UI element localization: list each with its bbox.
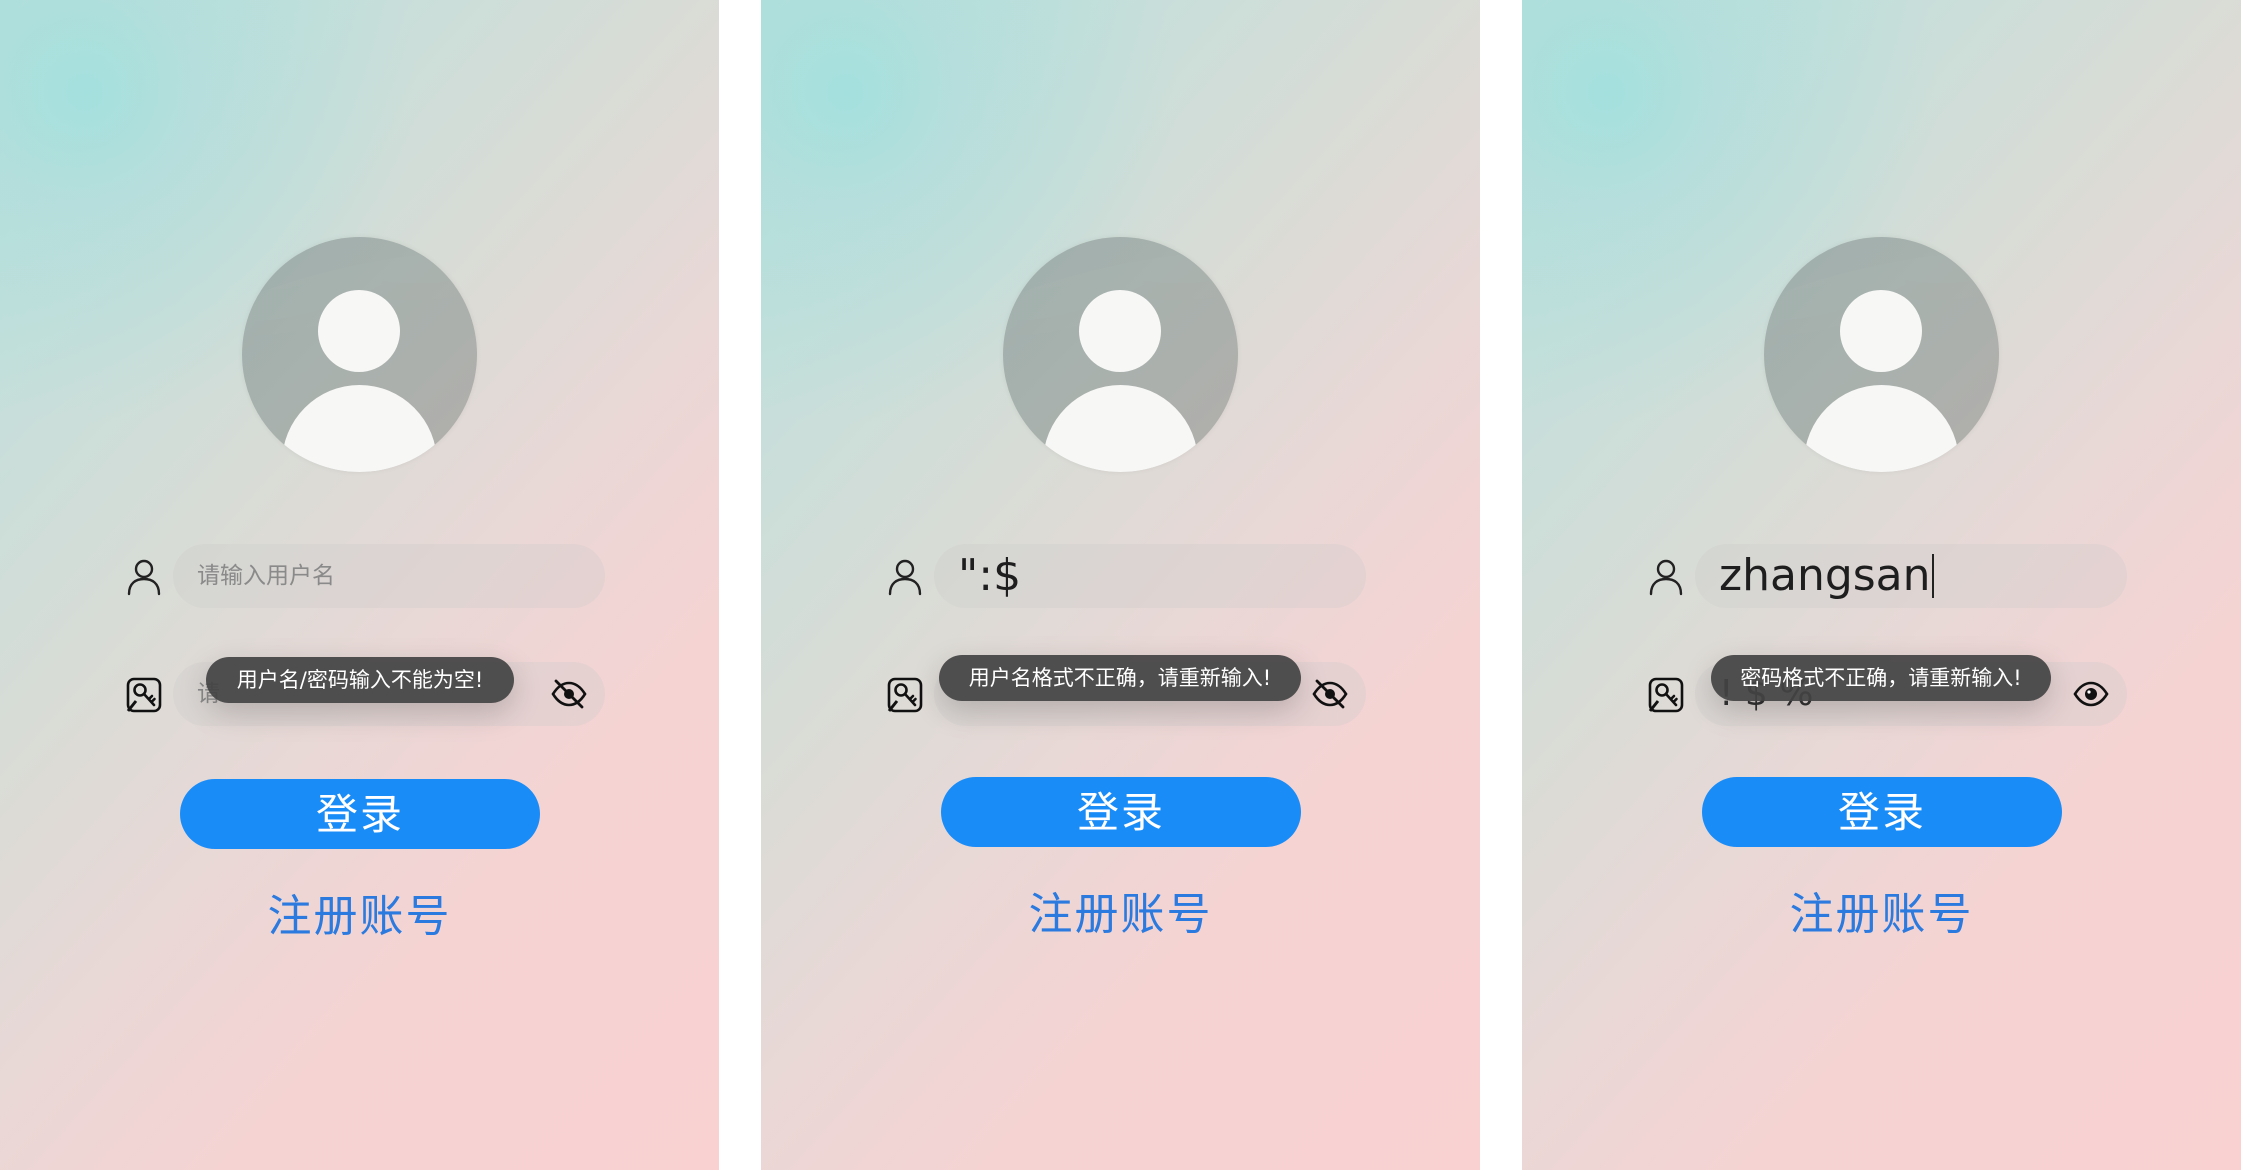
avatar-head (1079, 290, 1161, 372)
error-toast: 密码格式不正确，请重新输入! (1711, 655, 2051, 701)
avatar-head (318, 290, 400, 372)
eye-icon[interactable] (2073, 679, 2109, 709)
username-input[interactable]: zhangsan (1695, 544, 2127, 608)
text-cursor (1931, 554, 1934, 598)
register-link[interactable]: 注册账号 (0, 880, 719, 944)
avatar-body (1043, 385, 1198, 472)
eye-off-icon[interactable] (551, 679, 587, 709)
register-link[interactable]: 注册账号 (761, 878, 1480, 942)
login-screen-username-error: ":$ 用户名格式不正确，请重新输入! 登录 注册账号 (761, 0, 1480, 1170)
avatar-body (1804, 385, 1959, 472)
password-key-icon (126, 677, 162, 713)
eye-off-icon[interactable] (1312, 679, 1348, 709)
avatar (1003, 237, 1238, 472)
user-icon (888, 559, 922, 596)
error-toast: 用户名格式不正确，请重新输入! (939, 655, 1301, 701)
avatar-head (1840, 290, 1922, 372)
password-key-icon (1648, 677, 1684, 713)
register-link[interactable]: 注册账号 (1522, 878, 2241, 942)
user-icon (1649, 559, 1683, 596)
login-button[interactable]: 登录 (941, 777, 1301, 847)
login-button[interactable]: 登录 (180, 779, 540, 849)
password-key-icon (887, 677, 923, 713)
avatar-body (282, 385, 437, 472)
error-toast: 用户名/密码输入不能为空! (206, 657, 514, 703)
login-screen-password-error: zhangsan ! $ % 密码格式不正确，请重新输入! 登录 注册账号 (1522, 0, 2241, 1170)
username-value: ":$ (958, 550, 1022, 601)
avatar (242, 237, 477, 472)
username-placeholder: 请输入用户名 (197, 563, 335, 589)
username-input[interactable]: 请输入用户名 (173, 544, 605, 608)
screens-strip: 请输入用户名 请 用户名/密码输入不能为空! 登录 注册账号 ":$ 用户名格式… (0, 0, 2243, 1170)
username-input[interactable]: ":$ (934, 544, 1366, 608)
avatar (1764, 237, 1999, 472)
username-value: zhangsan (1719, 550, 1931, 601)
login-screen-empty-error: 请输入用户名 请 用户名/密码输入不能为空! 登录 注册账号 (0, 0, 719, 1170)
login-button[interactable]: 登录 (1702, 777, 2062, 847)
user-icon (127, 559, 161, 596)
